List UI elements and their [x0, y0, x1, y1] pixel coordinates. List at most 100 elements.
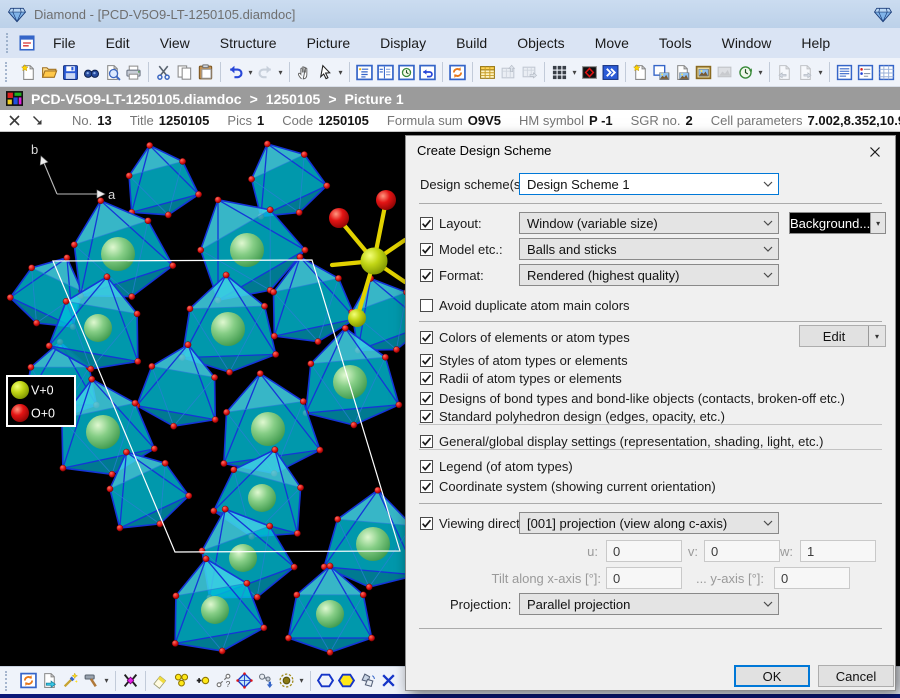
menu-item-file[interactable]: File [42, 28, 87, 58]
vanadium-atom[interactable] [211, 312, 245, 346]
prev-picture-button[interactable] [774, 62, 795, 83]
oxygen-atom-large[interactable] [376, 190, 396, 210]
oxygen-atom[interactable] [185, 342, 191, 348]
oxygen-atom-large[interactable] [329, 208, 349, 228]
oxygen-atom[interactable] [162, 460, 168, 466]
oxygen-atom[interactable] [203, 556, 209, 562]
vanadium-atom[interactable] [333, 365, 367, 399]
oxygen-atom[interactable] [393, 347, 399, 353]
print-preview-button[interactable] [102, 62, 123, 83]
oxygen-atom[interactable] [267, 207, 273, 213]
refresh-view-button[interactable] [447, 62, 468, 83]
oxygen-atom[interactable] [173, 593, 179, 599]
oxygen-atom[interactable] [64, 255, 70, 261]
oxygen-atom[interactable] [126, 173, 132, 179]
oxygen-atom[interactable] [261, 625, 267, 631]
properties-view-button[interactable] [375, 62, 396, 83]
properties-list-button[interactable] [855, 62, 876, 83]
oxygen-atom[interactable] [308, 361, 314, 367]
menu-item-window[interactable]: Window [711, 28, 783, 58]
oxygen-atom[interactable] [33, 320, 39, 326]
oxygen-atom[interactable] [296, 209, 302, 215]
next-picture-button[interactable] [795, 62, 816, 83]
destroy-structure-button[interactable] [120, 670, 141, 691]
select-button[interactable] [315, 62, 336, 83]
oxygen-atom[interactable] [117, 525, 123, 531]
vanadium-atom[interactable] [230, 233, 264, 267]
radiation-dropdown[interactable]: ▾ [297, 670, 306, 691]
fill-cell-button[interactable] [171, 670, 192, 691]
oxygen-atom[interactable] [88, 366, 94, 372]
oxygen-atom[interactable] [382, 354, 388, 360]
oxygen-atom[interactable] [129, 294, 135, 300]
oxygen-atom[interactable] [123, 449, 129, 455]
oxygen-atom[interactable] [196, 191, 202, 197]
next-picture-dropdown[interactable]: ▾ [816, 62, 825, 83]
build-tool-dropdown[interactable]: ▾ [102, 670, 111, 691]
oxygen-atom[interactable] [375, 487, 381, 493]
oxygen-atom[interactable] [262, 303, 268, 309]
oxygen-atom[interactable] [147, 142, 153, 148]
oxygen-atom[interactable] [198, 247, 204, 253]
find-button[interactable] [81, 62, 102, 83]
oxygen-atom[interactable] [151, 446, 157, 452]
oxygen-atom[interactable] [145, 218, 151, 224]
background-dropdown[interactable]: ▾ [870, 213, 885, 233]
oxygen-atom[interactable] [327, 563, 333, 569]
broken-bonds-button[interactable] [213, 670, 234, 691]
ok-button[interactable]: OK [734, 665, 810, 687]
oxygen-atom[interactable] [298, 485, 304, 491]
oxygen-atom[interactable] [351, 422, 357, 428]
checkbox-checked[interactable] [420, 372, 433, 385]
oxygen-atom[interactable] [46, 343, 52, 349]
picture-frame-button[interactable] [693, 62, 714, 83]
oxygen-atom[interactable] [211, 508, 217, 514]
menu-item-view[interactable]: View [149, 28, 201, 58]
oxygen-atom[interactable] [315, 339, 321, 345]
data-brick-dropdown[interactable]: ▾ [570, 62, 579, 83]
new-picture-button[interactable] [630, 62, 651, 83]
oxygen-atom[interactable] [244, 580, 250, 586]
oxygen-atom[interactable] [149, 363, 155, 369]
oxygen-atom[interactable] [222, 506, 228, 512]
remove-x-button[interactable] [378, 670, 399, 691]
oxygen-atom[interactable] [271, 333, 277, 339]
picture-copy-button[interactable] [672, 62, 693, 83]
oxygen-atom[interactable] [223, 409, 229, 415]
picture-overlay-button[interactable] [651, 62, 672, 83]
picture-gray-button[interactable] [714, 62, 735, 83]
oxygen-atom[interactable] [171, 423, 177, 429]
vanadium-atom-large[interactable] [361, 248, 388, 275]
radiation-button[interactable] [276, 670, 297, 691]
undo-dropdown[interactable]: ▾ [246, 62, 255, 83]
oxygen-atom[interactable] [301, 151, 307, 157]
toolbar-grip[interactable] [5, 62, 13, 82]
redo-dropdown[interactable]: ▾ [276, 62, 285, 83]
oxygen-atom[interactable] [294, 592, 300, 598]
vanadium-atom-small[interactable] [348, 309, 366, 327]
oxygen-atom[interactable] [231, 467, 237, 473]
dialog-close-button[interactable] [864, 143, 886, 161]
checkbox-checked[interactable] [420, 480, 433, 493]
viewing-direction-checkbox[interactable] [420, 517, 433, 530]
model-checkbox[interactable] [420, 243, 433, 256]
format-select[interactable]: Rendered (highest quality) [519, 264, 779, 286]
oxygen-atom[interactable] [170, 263, 176, 269]
save-button[interactable] [60, 62, 81, 83]
structure-viewport[interactable]: abV+0O+0 [0, 132, 405, 666]
oxygen-atom[interactable] [248, 176, 254, 182]
hexagon-outline-button[interactable] [315, 670, 336, 691]
layout-checkbox[interactable] [420, 217, 433, 230]
oxygen-atom[interactable] [291, 564, 297, 570]
oxygen-atom[interactable] [369, 635, 375, 641]
checkbox-checked[interactable] [420, 410, 433, 423]
layout-select[interactable]: Window (variable size) [519, 212, 779, 234]
oxygen-atom[interactable] [180, 158, 186, 164]
vanadium-atom[interactable] [229, 544, 257, 572]
checkbox-checked[interactable] [420, 392, 433, 405]
vanadium-atom[interactable] [248, 484, 276, 512]
redo-button[interactable] [255, 62, 276, 83]
oxygen-atom[interactable] [28, 364, 34, 370]
oxygen-atom[interactable] [223, 272, 229, 278]
vanadium-atom[interactable] [101, 237, 135, 271]
